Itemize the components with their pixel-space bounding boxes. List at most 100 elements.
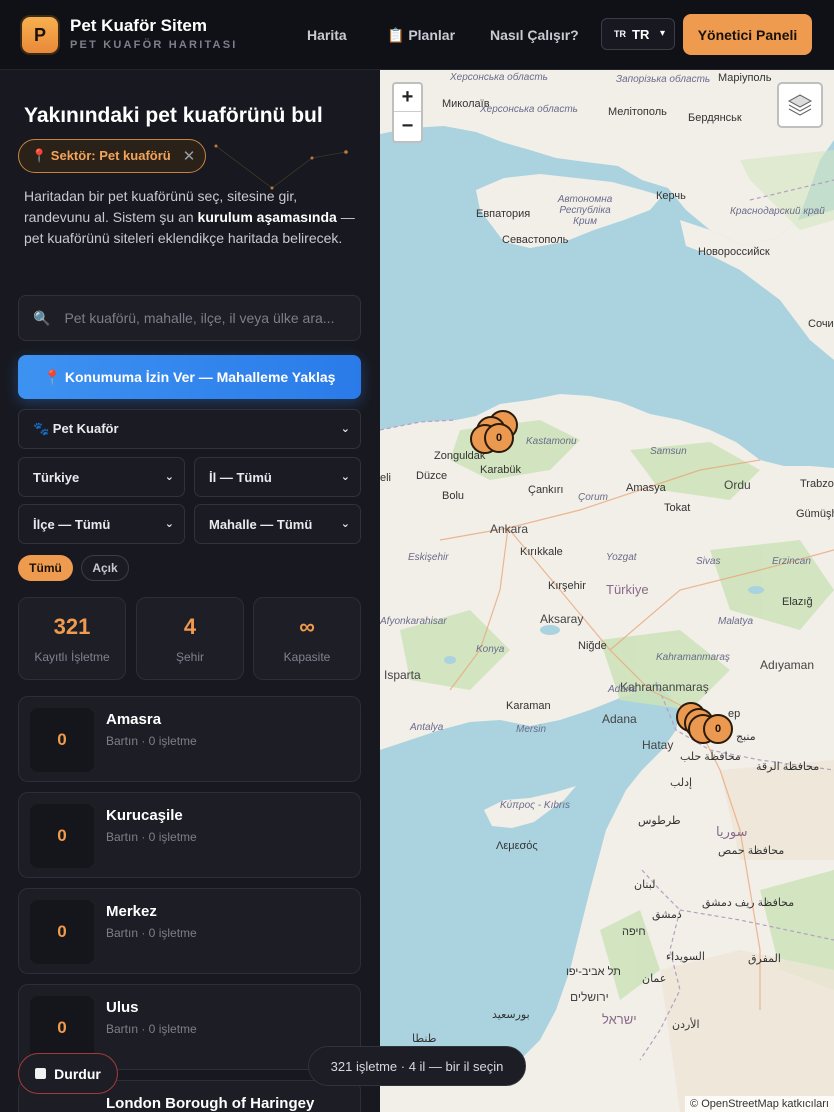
map-label: Gümüşh	[796, 508, 834, 520]
map-label: Мелітополь	[608, 106, 667, 118]
map-label: Aksaray	[540, 612, 584, 626]
map-label: Adana	[608, 684, 637, 695]
map-status-pill: 321 işletme · 4 il — bir il seçin	[308, 1046, 526, 1086]
language-select[interactable]: TR TR ▾	[601, 18, 675, 50]
map-label: Samsun	[650, 446, 687, 457]
district-select[interactable]: İlçe — Tümü ⌄	[18, 504, 185, 544]
map-label: محافظة حمص	[718, 845, 785, 857]
map-marker-cluster[interactable]: 0	[484, 423, 514, 453]
chevron-down-icon: ⌄	[164, 518, 174, 530]
zoom-out-button[interactable]: −	[394, 112, 421, 140]
map-label: Düzce	[416, 470, 448, 482]
brand-title[interactable]: Pet Kuaför Sitem	[70, 16, 207, 36]
map-label: Trabzo	[800, 478, 834, 490]
map-label: سوريا	[716, 824, 748, 839]
map-marker-cluster[interactable]: 0	[703, 714, 733, 744]
map-label: Erzincan	[772, 556, 811, 567]
sector-filter-chip[interactable]: 📍 Sektör: Pet kuaförü ✕	[18, 139, 207, 173]
map-label: Eskişehir	[408, 552, 449, 563]
map-label: eli	[380, 472, 392, 484]
map-label: محافظة حلب	[680, 751, 741, 763]
neighborhood-select[interactable]: Mahalle — Tümü ⌄	[194, 504, 361, 544]
stat-registered-businesses: 321 Kayıtlı İşletme	[18, 597, 126, 680]
map-label: Херсонська область	[450, 72, 548, 83]
stat-capacity: ∞ Kapasite	[253, 597, 361, 680]
stop-icon	[35, 1068, 47, 1079]
map-label: عمان	[642, 973, 667, 985]
map-label: Λεμεσός	[496, 840, 538, 852]
filter-open-toggle[interactable]: Açık	[81, 555, 129, 581]
admin-panel-button[interactable]: Yönetici Paneli	[683, 14, 812, 55]
zoom-control: + −	[392, 82, 423, 143]
map-label: Sivas	[696, 556, 721, 567]
map-label: Евпатория	[476, 208, 531, 220]
map-label: Kırıkkale	[520, 546, 563, 558]
map-label: Adıyaman	[760, 658, 815, 672]
map-label: طرطوس	[638, 815, 681, 827]
search-input[interactable]: Pet kuaförü, mahalle, ilçe, il veya ülke…	[64, 310, 334, 326]
chevron-down-icon: ▾	[659, 28, 665, 39]
filter-all-toggle[interactable]: Tümü	[18, 555, 73, 581]
city-select[interactable]: İl — Tümü ⌄	[194, 457, 361, 497]
list-item-name: Ulus	[106, 999, 139, 1016]
list-item[interactable]: 0 Kurucaşile Bartın · 0 işletme	[18, 792, 361, 878]
map-label: السويداء	[666, 951, 705, 963]
stat-cities: 4 Şehir	[136, 597, 244, 680]
brand-subtitle: PET KUAFÖR HARITASI	[70, 39, 238, 51]
sector-chip-label: 📍 Sektör: Pet kuaförü	[31, 148, 171, 163]
map-label: Tokat	[664, 502, 691, 514]
locate-me-button[interactable]: 📍 Konumuma İzin Ver — Mahalleme Yaklaş	[18, 355, 361, 399]
chevron-down-icon: ⌄	[340, 471, 350, 483]
list-item-name: Merkez	[106, 903, 157, 920]
stop-button-label: Durdur	[54, 1065, 101, 1082]
map-label: Niğde	[578, 640, 607, 652]
map-label: Запорізька область	[616, 74, 711, 85]
map-label: Afyonkarahisar	[380, 616, 447, 627]
nav-plans-link[interactable]: 📋 Planlar	[387, 27, 455, 44]
nav-map-link[interactable]: Harita	[307, 27, 347, 43]
list-item-name: London Borough of Haringey	[106, 1095, 315, 1112]
zoom-in-button[interactable]: +	[394, 84, 421, 112]
map-label: Hatay	[642, 738, 674, 752]
nav-how-it-works-link[interactable]: Nasıl Çalışır?	[490, 27, 579, 43]
map-label: Amasya	[626, 482, 666, 494]
map-label: الأردن	[672, 1019, 700, 1031]
stop-button[interactable]: Durdur	[18, 1053, 118, 1094]
map-label: Elazığ	[782, 596, 813, 608]
list-item-name: Kurucaşile	[106, 807, 183, 824]
map-label: Kırşehir	[548, 580, 586, 592]
map-label: Bolu	[442, 490, 465, 502]
map-label: Karabük	[480, 464, 521, 476]
intro-text: Haritadan bir pet kuaförünü seç, sitesin…	[24, 188, 355, 246]
list-item[interactable]: 0 Amasra Bartın · 0 işletme	[18, 696, 361, 782]
map-label: Маріуполь	[718, 72, 772, 84]
map-label: Херсонська область	[480, 104, 578, 115]
list-item-meta: Bartın · 0 işletme	[106, 734, 197, 748]
search-box[interactable]: 🔍 Pet kuaförü, mahalle, ilçe, il veya ül…	[18, 295, 361, 341]
map-label: Türkiye	[606, 582, 649, 597]
map-label: Mersin	[516, 724, 547, 735]
chevron-down-icon: ⌄	[340, 423, 350, 435]
logo-icon[interactable]: P	[22, 17, 58, 53]
count-badge: 0	[30, 804, 94, 868]
layers-button[interactable]	[777, 82, 823, 128]
map-attribution[interactable]: © OpenStreetMap katkıcıları	[685, 1096, 834, 1112]
list-item[interactable]: 0 Merkez Bartın · 0 işletme	[18, 888, 361, 974]
map-label: محافظة ريف دمشق	[702, 897, 795, 909]
country-select-value: Türkiye	[33, 469, 80, 485]
map-label: Ankara	[490, 522, 529, 536]
sector-select[interactable]: 🐾 Pet Kuaför ⌄	[18, 409, 361, 449]
map-label: دمشق	[652, 909, 682, 921]
map-label: لبنان	[634, 879, 656, 891]
map-label: Karaman	[506, 700, 551, 712]
close-icon[interactable]: ✕	[183, 147, 196, 165]
map-view[interactable]: Херсонська область Миколаїв Херсонська о…	[380, 70, 834, 1112]
count-badge: 0	[30, 996, 94, 1060]
map-label: Kastamonu	[526, 436, 577, 447]
map-label: إدلب	[670, 777, 693, 789]
map-label: Kahramanmaraş	[656, 652, 730, 663]
app-header: P Pet Kuaför Sitem PET KUAFÖR HARITASI H…	[0, 0, 834, 70]
layers-icon	[787, 94, 813, 116]
country-select[interactable]: Türkiye ⌄	[18, 457, 185, 497]
count-badge: 0	[30, 708, 94, 772]
